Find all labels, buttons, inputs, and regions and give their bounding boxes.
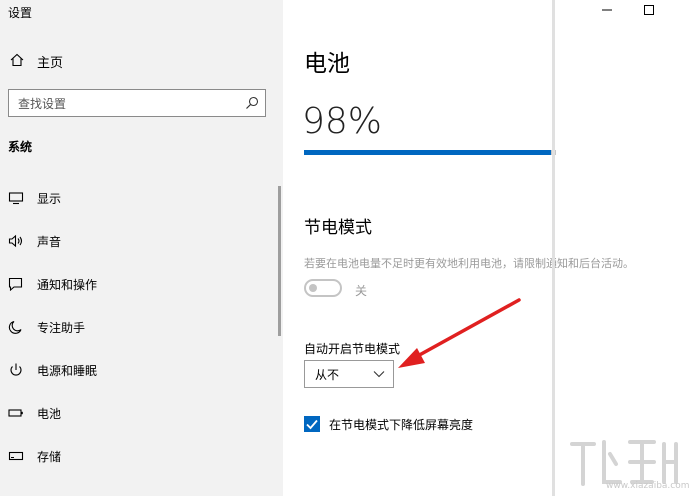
sidebar-item-label: 声音 bbox=[37, 235, 62, 249]
sidebar-item-label: 主页 bbox=[37, 56, 64, 71]
sidebar-item-label: 电源和睡眠 bbox=[37, 364, 98, 378]
notification-icon bbox=[8, 277, 23, 291]
minimize-icon[interactable] bbox=[600, 4, 614, 16]
chevron-down-icon bbox=[373, 371, 385, 378]
power-icon bbox=[10, 363, 22, 376]
auto-saver-label: 自动开启节电模式 bbox=[304, 342, 401, 356]
sidebar-item-notifications[interactable]: 通知和操作 bbox=[0, 267, 275, 301]
storage-icon bbox=[8, 451, 24, 461]
section-heading: 系统 bbox=[8, 140, 33, 154]
reduce-brightness-checkbox[interactable] bbox=[304, 416, 320, 432]
sidebar-item-focus-assist[interactable]: 专注助手 bbox=[0, 310, 275, 344]
auto-saver-value: 从不 bbox=[315, 368, 340, 382]
maximize-icon[interactable] bbox=[642, 4, 656, 16]
app-title: 设置 bbox=[8, 6, 33, 20]
sidebar-item-label: 通知和操作 bbox=[37, 278, 98, 292]
home-icon bbox=[10, 53, 24, 67]
speaker-icon bbox=[8, 234, 23, 248]
toggle-knob bbox=[309, 284, 317, 292]
sidebar: 设置 主页 查找设置 系统 显示 声音 通知和操作 专注助手 电源和睡眠 电池 … bbox=[0, 0, 283, 496]
search-placeholder: 查找设置 bbox=[18, 97, 67, 111]
moon-icon bbox=[8, 320, 22, 334]
sidebar-item-battery[interactable]: 电池 bbox=[0, 396, 275, 430]
main-scrollbar[interactable] bbox=[552, 0, 555, 496]
sidebar-scrollbar[interactable] bbox=[278, 186, 281, 336]
search-input[interactable]: 查找设置 bbox=[8, 89, 266, 117]
sidebar-item-power-sleep[interactable]: 电源和睡眠 bbox=[0, 353, 275, 387]
battery-saver-toggle-state: 关 bbox=[355, 284, 368, 298]
battery-saver-heading: 节电模式 bbox=[304, 218, 372, 238]
display-icon bbox=[8, 192, 24, 205]
auto-saver-dropdown[interactable]: 从不 bbox=[304, 360, 394, 388]
battery-level-fill bbox=[304, 150, 551, 155]
search-icon[interactable] bbox=[245, 96, 259, 110]
main-pane: 电池 98% 节电模式 若要在电池电量不足时更有效地利用电池，请限制通知和后台活… bbox=[283, 0, 689, 496]
battery-percentage: 98% bbox=[302, 101, 383, 142]
battery-level-bar bbox=[304, 150, 556, 155]
page-title: 电池 bbox=[304, 51, 350, 77]
watermark-url: www.xiazaiba.com bbox=[606, 481, 689, 491]
sidebar-item-storage[interactable]: 存储 bbox=[0, 439, 275, 473]
sidebar-item-display[interactable]: 显示 bbox=[0, 181, 275, 215]
sidebar-item-label: 显示 bbox=[37, 192, 62, 206]
battery-icon bbox=[8, 409, 23, 417]
sidebar-item-home[interactable]: 主页 bbox=[0, 48, 283, 74]
sidebar-item-sound[interactable]: 声音 bbox=[0, 224, 275, 258]
battery-saver-toggle[interactable] bbox=[304, 279, 342, 297]
sidebar-item-label: 电池 bbox=[37, 407, 62, 421]
sidebar-item-label: 存储 bbox=[37, 450, 62, 464]
reduce-brightness-label: 在节电模式下降低屏幕亮度 bbox=[329, 418, 474, 432]
sidebar-item-label: 专注助手 bbox=[37, 321, 86, 335]
battery-saver-description: 若要在电池电量不足时更有效地利用电池，请限制通知和后台活动。 bbox=[304, 257, 634, 270]
check-icon bbox=[306, 419, 318, 430]
